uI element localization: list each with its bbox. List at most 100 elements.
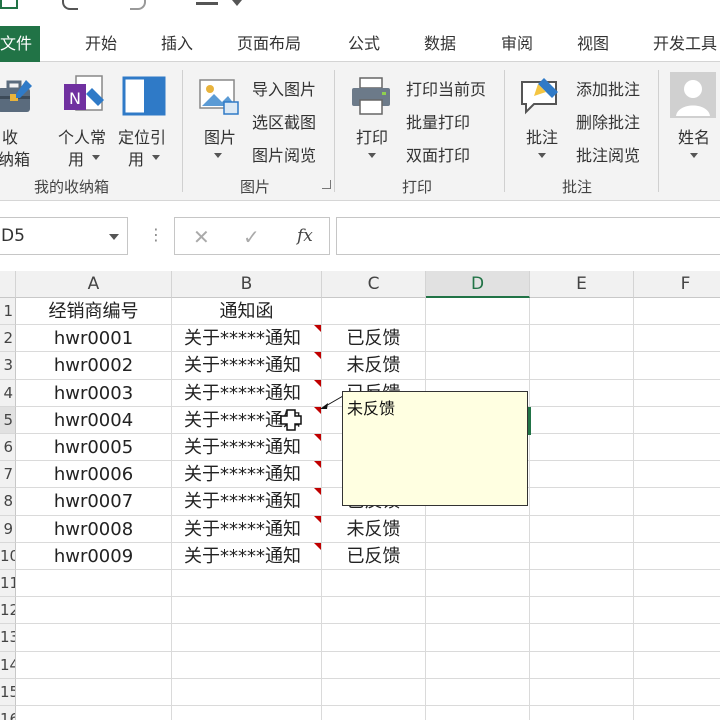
tab-view[interactable]: 视图: [577, 26, 609, 62]
qat-dropdown-icon[interactable]: [232, 0, 242, 6]
comment-popup[interactable]: 未反馈: [342, 391, 528, 506]
name-box-dropdown-icon[interactable]: [109, 234, 119, 240]
group-separator: [658, 70, 659, 192]
row-header[interactable]: 1: [0, 298, 16, 326]
cell-a8[interactable]: hwr0007: [16, 488, 171, 515]
column-header-b[interactable]: B: [172, 271, 322, 298]
cell-a7[interactable]: hwr0006: [16, 461, 171, 488]
redo-icon[interactable]: [130, 0, 146, 10]
row-header[interactable]: 9: [0, 515, 16, 543]
duplex-print-button[interactable]: 双面打印: [406, 142, 470, 166]
comment-indicator-icon[interactable]: [314, 352, 321, 360]
select-all-corner[interactable]: [0, 271, 16, 298]
import-picture-button[interactable]: 导入图片: [252, 76, 316, 100]
cancel-icon[interactable]: ✕: [193, 225, 210, 249]
worksheet-grid[interactable]: ABCDEF 12345678910111213141516 经销商编号通知函h…: [0, 271, 720, 720]
save-icon[interactable]: [0, 0, 18, 9]
cell-a3[interactable]: hwr0002: [16, 352, 171, 379]
cell-b4[interactable]: 关于*****通知: [172, 380, 321, 407]
quick-access-toolbar: [0, 0, 720, 26]
formula-input[interactable]: [336, 217, 720, 255]
comment-dropdown-icon[interactable]: [538, 153, 546, 158]
name-box[interactable]: D5: [0, 217, 128, 255]
cell-b3[interactable]: 关于*****通知: [172, 352, 321, 379]
row-header[interactable]: 3: [0, 352, 16, 380]
row-header[interactable]: 15: [0, 678, 16, 706]
comment-indicator-icon[interactable]: [314, 515, 321, 523]
cell-b7[interactable]: 关于*****通知: [172, 461, 321, 488]
cell-c9[interactable]: 未反馈: [322, 516, 425, 543]
tab-insert[interactable]: 插入: [161, 26, 193, 62]
cell-a9[interactable]: hwr0008: [16, 516, 171, 543]
cell-b10[interactable]: 关于*****通知: [172, 543, 321, 570]
row-header[interactable]: 2: [0, 325, 16, 353]
cell-b8[interactable]: 关于*****通知: [172, 488, 321, 515]
toolbox-icon: [0, 80, 32, 112]
column-header-e[interactable]: E: [530, 271, 634, 298]
delete-comment-button[interactable]: 删除批注: [576, 109, 640, 133]
tab-formulas[interactable]: 公式: [348, 26, 380, 62]
cell-a5[interactable]: hwr0004: [16, 407, 171, 434]
print-current-page-button[interactable]: 打印当前页: [406, 76, 486, 100]
comment-indicator-icon[interactable]: [314, 542, 321, 550]
row-header[interactable]: 8: [0, 488, 16, 516]
row-header[interactable]: 11: [0, 570, 16, 598]
cell-b2[interactable]: 关于*****通知: [172, 325, 321, 352]
row-header[interactable]: 14: [0, 651, 16, 679]
personal-dropdown-icon[interactable]: [92, 155, 100, 160]
comment-indicator-icon[interactable]: [314, 325, 321, 333]
tab-file[interactable]: 文件: [0, 26, 41, 62]
batch-print-button[interactable]: 批量打印: [406, 109, 470, 133]
print-dropdown-icon[interactable]: [368, 153, 376, 158]
comment-indicator-icon[interactable]: [314, 434, 321, 441]
customize-qat-icon[interactable]: [196, 2, 218, 5]
comment-indicator-icon[interactable]: [314, 488, 321, 496]
tab-review[interactable]: 审阅: [501, 26, 533, 62]
cell-a4[interactable]: hwr0003: [16, 380, 171, 407]
row-header[interactable]: 5: [0, 406, 16, 434]
cell-a6[interactable]: hwr0005: [16, 434, 171, 461]
row-header[interactable]: 4: [0, 379, 16, 407]
enter-icon[interactable]: ✓: [243, 225, 260, 249]
active-cell-border: [528, 407, 531, 435]
row-header[interactable]: 13: [0, 624, 16, 652]
picture-dropdown-icon[interactable]: [214, 153, 222, 158]
comment-indicator-icon[interactable]: [314, 379, 321, 387]
cell-c1[interactable]: [322, 298, 425, 325]
tab-home[interactable]: 开始: [85, 26, 117, 62]
cell-b1[interactable]: 通知函: [172, 298, 321, 325]
cell-b9[interactable]: 关于*****通知: [172, 516, 321, 543]
column-header-c[interactable]: C: [322, 271, 426, 298]
selection-screenshot-button[interactable]: 选区截图: [252, 109, 316, 133]
comment-text: 未反馈: [347, 399, 396, 418]
add-comment-button[interactable]: 添加批注: [576, 76, 640, 100]
cell-c2[interactable]: 已反馈: [322, 325, 425, 352]
cell-b6[interactable]: 关于*****通知: [172, 434, 321, 461]
comment-indicator-icon[interactable]: [314, 461, 321, 469]
grid-row-line: [16, 623, 720, 625]
row-header[interactable]: 16: [0, 706, 16, 720]
tab-developer[interactable]: 开发工具: [653, 26, 717, 62]
tab-data[interactable]: 数据: [424, 26, 456, 62]
cell-c10[interactable]: 已反馈: [322, 543, 425, 570]
picture-launcher-icon[interactable]: [322, 180, 331, 189]
cell-a10[interactable]: hwr0009: [16, 543, 171, 570]
row-header[interactable]: 7: [0, 461, 16, 489]
row-header[interactable]: 10: [0, 542, 16, 570]
name-dropdown-icon[interactable]: [690, 153, 698, 158]
row-header[interactable]: 12: [0, 597, 16, 625]
locate-dropdown-icon[interactable]: [152, 155, 160, 160]
cell-a2[interactable]: hwr0001: [16, 325, 171, 352]
column-header-d[interactable]: D: [426, 271, 530, 298]
row-header[interactable]: 6: [0, 434, 16, 462]
column-header-a[interactable]: A: [16, 271, 172, 298]
insert-function-icon[interactable]: fx: [297, 226, 313, 246]
undo-icon[interactable]: [62, 0, 78, 10]
picture-view-button[interactable]: 图片阅览: [252, 142, 316, 166]
comment-view-button[interactable]: 批注阅览: [576, 142, 640, 166]
formula-bar-grip-icon[interactable]: ⋮: [148, 225, 164, 244]
column-header-f[interactable]: F: [634, 271, 720, 298]
cell-c3[interactable]: 未反馈: [322, 352, 425, 379]
cell-a1[interactable]: 经销商编号: [16, 298, 171, 325]
tab-page-layout[interactable]: 页面布局: [237, 26, 301, 62]
